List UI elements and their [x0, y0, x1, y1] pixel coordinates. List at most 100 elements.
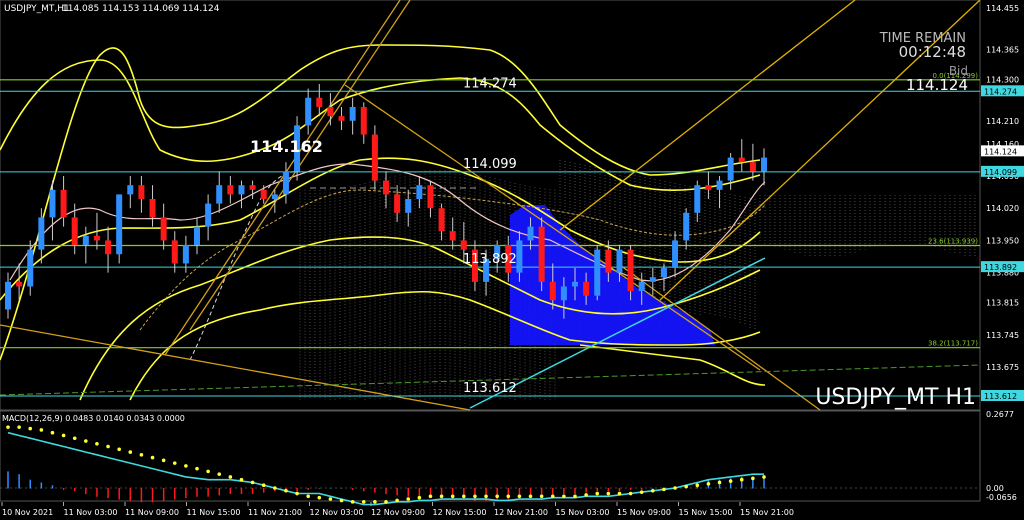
- time-tick: 15 Nov 09:00: [617, 508, 671, 517]
- macd-signal-dot: [473, 494, 477, 499]
- macd-signal-dot: [550, 494, 555, 499]
- candle-body: [727, 157, 734, 181]
- candle-body: [105, 240, 112, 255]
- macd-signal-dot: [128, 450, 133, 454]
- candle-body: [371, 134, 378, 181]
- candle-body: [71, 217, 78, 246]
- price-tick: 114.365: [986, 45, 1019, 54]
- level-label: 114.274: [463, 76, 517, 91]
- peak-label: 114.162: [250, 137, 323, 156]
- level-label: 113.612: [463, 381, 517, 396]
- macd-signal-dot: [428, 494, 433, 499]
- fib-label: 23.6(113.939): [928, 237, 978, 245]
- time-tick: 12 Nov 09:00: [371, 508, 425, 517]
- macd-signal-dot: [250, 480, 255, 485]
- candle-body: [516, 240, 523, 273]
- candle-body: [249, 185, 256, 190]
- time-tick: 11 Nov 21:00: [248, 508, 302, 517]
- macd-signal-dot: [295, 491, 299, 496]
- candle-body: [5, 281, 11, 310]
- level-label: 113.892: [463, 252, 517, 267]
- candle-body: [82, 235, 89, 246]
- macd-signal-dot: [228, 475, 233, 479]
- macd-signal-dot: [495, 494, 499, 499]
- macd-signal-dot: [506, 494, 511, 499]
- macd-signal-dot: [61, 433, 66, 438]
- candle-body: [638, 281, 645, 292]
- candle-body: [427, 185, 434, 209]
- time-tick: 11 Nov 09:00: [125, 508, 179, 517]
- candle-body: [627, 249, 634, 292]
- macd-signal-dot: [651, 488, 655, 493]
- candle-body: [16, 281, 23, 287]
- macd-signal-dot: [462, 494, 466, 499]
- candle-body: [738, 157, 745, 163]
- price-tag-text: 114.099: [984, 168, 1017, 177]
- macd-signal-dot: [695, 483, 700, 488]
- candle-body: [560, 286, 567, 301]
- candle-body: [349, 106, 356, 121]
- macd-signal-dot: [706, 482, 711, 486]
- candle-body: [694, 185, 701, 213]
- candle-body: [438, 208, 445, 232]
- macd-signal-dot: [328, 497, 333, 501]
- macd-signal-dot: [17, 425, 21, 429]
- macd-signal-dot: [161, 458, 166, 463]
- level-label: 114.099: [463, 157, 517, 172]
- candle-body: [205, 203, 212, 227]
- chart-canvas[interactable]: 0.0(114.299)23.6(113.939)38.2(113.717) 1…: [0, 0, 1024, 520]
- candle-body: [360, 106, 367, 135]
- macd-signal-dot: [717, 480, 722, 485]
- macd-label: MACD(12,26,9) 0.0483 0.0140 0.0343 0.000…: [2, 414, 185, 423]
- time-tick: 15 Nov 15:00: [679, 508, 733, 517]
- candle-body: [227, 185, 234, 195]
- macd-signal-dot: [562, 494, 566, 499]
- price-tag-text: 113.892: [984, 263, 1017, 272]
- candle-body: [305, 97, 312, 126]
- candle-body: [216, 185, 223, 204]
- price-tag-text: 113.612: [984, 392, 1017, 401]
- candle-body: [761, 157, 767, 172]
- macd-signal-dot: [217, 472, 222, 476]
- macd-signal-dot: [384, 500, 388, 504]
- macd-signal-dot: [417, 495, 422, 500]
- macd-signal-dot: [439, 494, 444, 499]
- macd-signal-dot: [751, 476, 755, 481]
- macd-signal-dot: [361, 500, 366, 504]
- time-tick: 15 Nov 03:00: [556, 508, 610, 517]
- candle-body: [527, 226, 534, 241]
- candle-body: [616, 249, 623, 273]
- candle-body: [416, 185, 423, 200]
- fib-label: 38.2(113.717): [928, 340, 978, 348]
- macd-signal-dot: [373, 500, 377, 504]
- candle-body: [27, 249, 34, 287]
- macd-signal-dot: [684, 484, 688, 489]
- macd-signal-dot: [261, 483, 266, 488]
- macd-signal-dot: [528, 494, 533, 499]
- candle-body: [182, 245, 189, 264]
- macd-signal-dot: [584, 493, 588, 497]
- candle-body: [705, 185, 712, 190]
- ohlc-readout: 114.085 114.153 114.069 114.124: [62, 4, 220, 14]
- candle-body: [583, 281, 590, 296]
- candle-body: [716, 180, 723, 190]
- candle-body: [549, 281, 556, 301]
- candle-body: [171, 240, 178, 264]
- macd-signal-dot: [339, 498, 344, 503]
- macd-signal-dot: [517, 494, 522, 499]
- macd-signal-dot: [139, 453, 144, 457]
- macd-signal-dot: [106, 444, 110, 449]
- candle-body: [572, 281, 578, 287]
- macd-signal-dot: [450, 494, 455, 499]
- time-tick: 11 Nov 15:00: [187, 508, 241, 517]
- candle-body: [649, 277, 656, 282]
- macd-signal-dot: [406, 497, 411, 501]
- price-tick: 113.745: [986, 331, 1019, 340]
- symbol-timeframe: USDJPY_MT,H1: [4, 4, 70, 14]
- macd-signal-dot: [350, 500, 355, 504]
- macd-signal-dot: [762, 475, 766, 479]
- macd-signal-dot: [72, 436, 77, 441]
- macd-signal-dot: [673, 486, 677, 490]
- macd-signal-dot: [639, 490, 644, 494]
- candle-body: [60, 189, 67, 218]
